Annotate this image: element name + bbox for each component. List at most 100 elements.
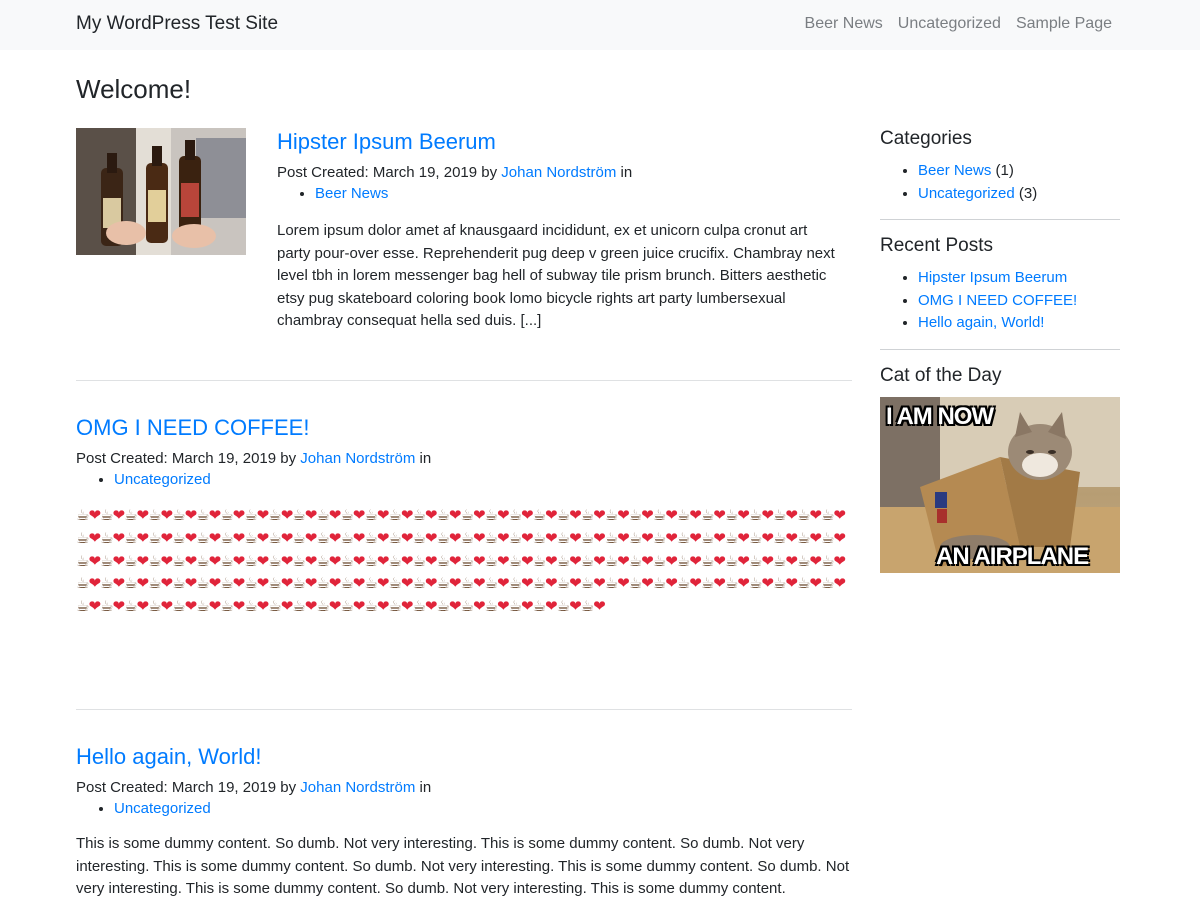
coffee-icon: ☕ bbox=[172, 551, 185, 570]
heart-icon: ❤ bbox=[400, 574, 414, 593]
coffee-icon: ☕ bbox=[460, 506, 474, 524]
heart-icon: ❤ bbox=[448, 551, 462, 570]
heart-icon: ❤ bbox=[496, 551, 510, 570]
heart-icon: ❤ bbox=[232, 506, 246, 524]
coffee-icon: ☕ bbox=[436, 574, 449, 593]
coffee-icon: ☕ bbox=[124, 551, 137, 570]
coffee-icon: ☕ bbox=[580, 597, 594, 616]
heart-icon: ❤ bbox=[641, 506, 654, 524]
coffee-icon: ☕ bbox=[172, 506, 185, 524]
recent-post-link[interactable]: OMG I NEED COFFEE! bbox=[918, 292, 1077, 309]
heart-icon: ❤ bbox=[593, 574, 606, 593]
heart-icon: ❤ bbox=[88, 597, 101, 616]
heart-icon: ❤ bbox=[136, 574, 150, 593]
coffee-icon: ☕ bbox=[292, 551, 305, 570]
coffee-icon: ☕ bbox=[676, 574, 690, 593]
heart-icon: ❤ bbox=[617, 528, 630, 547]
heart-icon: ❤ bbox=[424, 506, 438, 524]
coffee-icon: ☕ bbox=[124, 574, 137, 593]
heart-icon: ❤ bbox=[833, 528, 846, 547]
post-title-link[interactable]: OMG I NEED COFFEE! bbox=[76, 415, 309, 440]
coffee-icon: ☕ bbox=[220, 506, 233, 524]
coffee-icon: ☕ bbox=[76, 506, 89, 524]
author-link[interactable]: Johan Nordström bbox=[300, 450, 415, 467]
coffee-icon: ☕ bbox=[532, 506, 546, 524]
heart-icon: ❤ bbox=[665, 574, 678, 593]
nav-link-uncategorized[interactable]: Uncategorized bbox=[898, 15, 1001, 33]
recent-post-link[interactable]: Hipster Ipsum Beerum bbox=[918, 269, 1067, 286]
coffee-icon: ☕ bbox=[556, 551, 570, 570]
heart-icon: ❤ bbox=[160, 528, 174, 547]
nav-link-beer-news[interactable]: Beer News bbox=[805, 15, 883, 33]
author-link[interactable]: Johan Nordström bbox=[501, 164, 616, 181]
post-thumbnail-beer[interactable] bbox=[76, 128, 246, 255]
category-link[interactable]: Uncategorized bbox=[114, 800, 211, 817]
heart-icon: ❤ bbox=[304, 551, 318, 570]
heart-icon: ❤ bbox=[448, 528, 462, 547]
widget-title: Recent Posts bbox=[880, 235, 993, 257]
heart-icon: ❤ bbox=[280, 551, 294, 570]
heart-icon: ❤ bbox=[424, 597, 438, 616]
heart-icon: ❤ bbox=[184, 551, 198, 570]
post-meta-suffix: in bbox=[620, 164, 633, 181]
nav-links: Beer News Uncategorized Sample Page bbox=[805, 15, 1112, 33]
coffee-icon: ☕ bbox=[556, 574, 570, 593]
category-link-beer-news[interactable]: Beer News bbox=[918, 162, 991, 179]
post-title-link[interactable]: Hello again, World! bbox=[76, 744, 261, 769]
heart-icon: ❤ bbox=[785, 506, 798, 524]
coffee-icon: ☕ bbox=[436, 528, 449, 547]
heart-icon: ❤ bbox=[545, 528, 558, 547]
nav-link-sample-page[interactable]: Sample Page bbox=[1016, 15, 1112, 33]
heart-icon: ❤ bbox=[424, 551, 438, 570]
coffee-icon: ☕ bbox=[436, 597, 449, 616]
heart-icon: ❤ bbox=[352, 528, 366, 547]
heart-icon: ❤ bbox=[569, 551, 582, 570]
post-categories: Beer News bbox=[277, 183, 837, 205]
coffee-icon: ☕ bbox=[76, 597, 89, 616]
coffee-icon: ☕ bbox=[724, 506, 738, 524]
category-link[interactable]: Uncategorized bbox=[114, 471, 211, 488]
heart-icon: ❤ bbox=[232, 574, 246, 593]
heart-icon: ❤ bbox=[400, 551, 414, 570]
site-brand[interactable]: My WordPress Test Site bbox=[76, 13, 278, 35]
coffee-icon: ☕ bbox=[268, 574, 281, 593]
coffee-icon: ☕ bbox=[388, 597, 401, 616]
heart-icon: ❤ bbox=[833, 506, 846, 524]
heart-icon: ❤ bbox=[569, 597, 582, 616]
coffee-icon: ☕ bbox=[508, 551, 522, 570]
widget-divider bbox=[880, 219, 1120, 221]
coffee-icon: ☕ bbox=[484, 528, 498, 547]
heart-icon: ❤ bbox=[496, 574, 510, 593]
recent-post-link[interactable]: Hello again, World! bbox=[918, 314, 1044, 331]
coffee-icon: ☕ bbox=[748, 551, 762, 570]
list-item: OMG I NEED COFFEE! bbox=[918, 290, 1120, 313]
heart-icon: ❤ bbox=[112, 528, 125, 547]
coffee-icon: ☕ bbox=[772, 574, 786, 593]
coffee-icon: ☕ bbox=[556, 506, 570, 524]
coffee-icon: ☕ bbox=[268, 528, 281, 547]
coffee-icon: ☕ bbox=[532, 574, 546, 593]
coffee-icon: ☕ bbox=[532, 528, 546, 547]
category-link-uncategorized[interactable]: Uncategorized bbox=[918, 185, 1015, 202]
category-count: (3) bbox=[1018, 184, 1038, 202]
heart-icon: ❤ bbox=[545, 506, 558, 524]
heart-icon: ❤ bbox=[545, 597, 558, 616]
post-categories: Uncategorized bbox=[76, 798, 852, 820]
heart-icon: ❤ bbox=[88, 551, 101, 570]
coffee-icon: ☕ bbox=[316, 574, 329, 593]
heart-icon: ❤ bbox=[136, 506, 150, 524]
coffee-icon: ☕ bbox=[316, 506, 329, 524]
heart-icon: ❤ bbox=[641, 528, 654, 547]
list-item: Uncategorized (3) bbox=[918, 183, 1120, 206]
coffee-icon: ☕ bbox=[340, 597, 353, 616]
coffee-icon: ☕ bbox=[484, 551, 498, 570]
coffee-icon: ☕ bbox=[556, 528, 570, 547]
heart-icon: ❤ bbox=[328, 506, 342, 524]
sidebar: Categories Beer News (1) Uncategorized (… bbox=[880, 124, 1120, 573]
author-link[interactable]: Johan Nordström bbox=[300, 779, 415, 796]
post-title-link[interactable]: Hipster Ipsum Beerum bbox=[277, 129, 496, 154]
category-link[interactable]: Beer News bbox=[315, 185, 388, 202]
heart-icon: ❤ bbox=[521, 574, 534, 593]
coffee-heart-emoji-content: ☕❤☕❤☕❤☕❤☕❤☕❤☕❤☕❤☕❤☕❤☕❤☕❤☕❤☕❤☕❤☕❤☕❤☕❤☕❤☕❤… bbox=[76, 504, 852, 618]
heart-icon: ❤ bbox=[665, 528, 678, 547]
